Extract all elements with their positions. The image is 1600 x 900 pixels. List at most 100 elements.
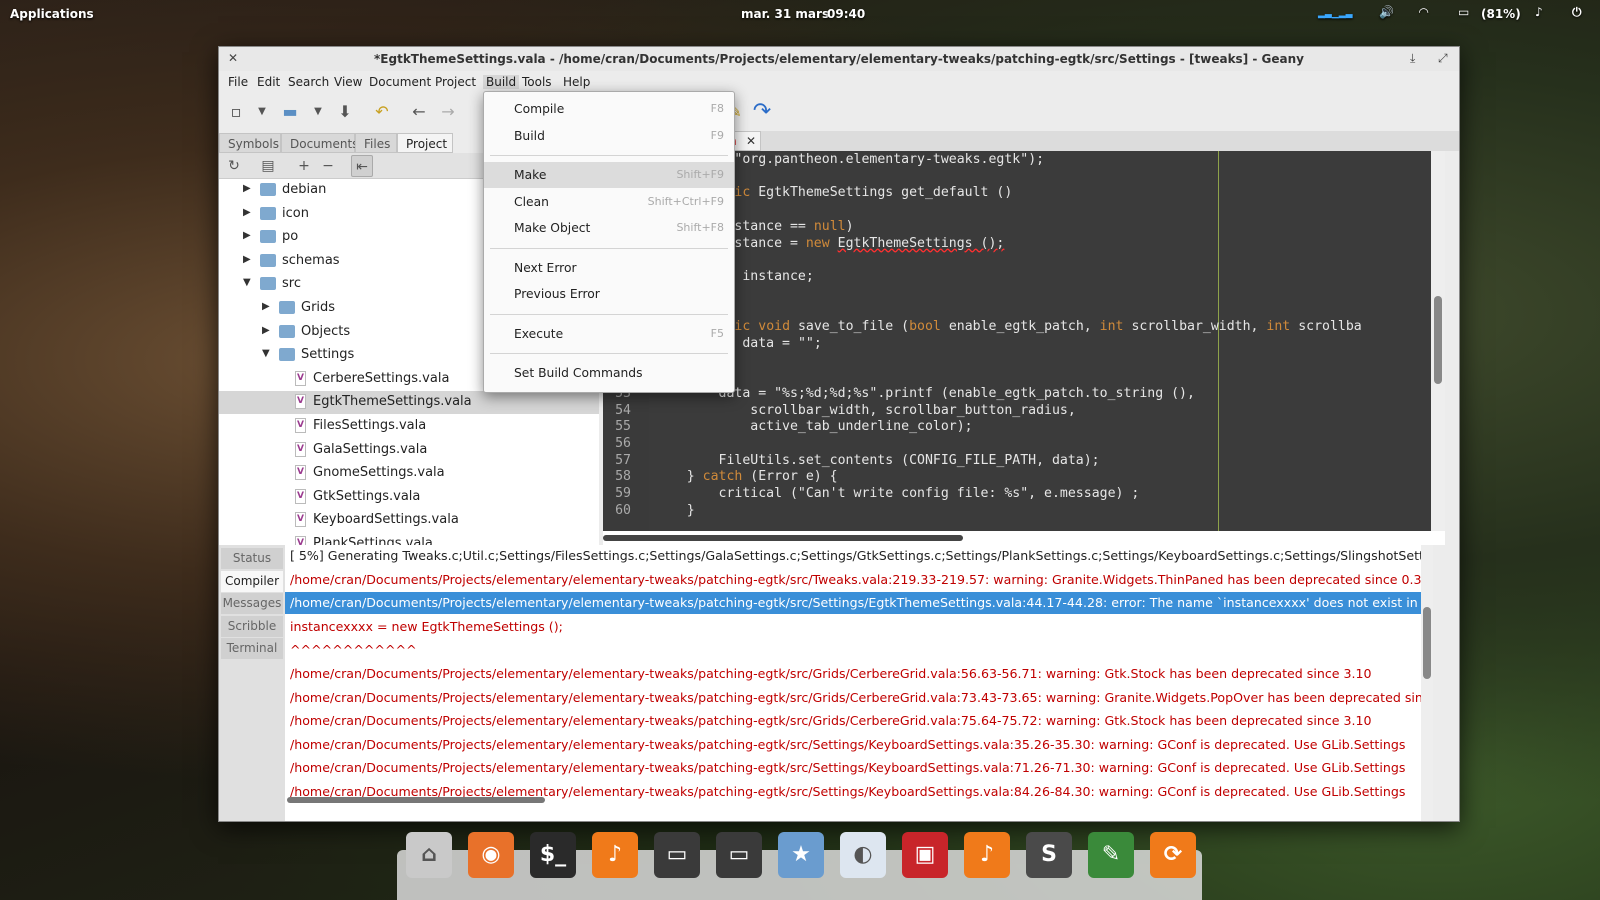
refresh-icon[interactable]: ↻ (223, 155, 245, 177)
dropdown-arrow-icon[interactable]: ▼ (307, 101, 329, 123)
tab-project[interactable]: Project (397, 133, 453, 153)
expander-right-icon[interactable]: ▶ (243, 254, 251, 265)
battery-icon[interactable]: ▭ (1458, 5, 1469, 19)
firefox-icon[interactable]: ◉ (468, 832, 514, 878)
compiler-message[interactable]: /home/cran/Documents/Projects/elementary… (285, 569, 1421, 591)
tab-compiler[interactable]: Compiler (221, 570, 283, 592)
expander-right-icon[interactable]: ▶ (243, 230, 251, 241)
screen-recorder-icon[interactable]: ▣ (902, 832, 948, 878)
compiler-message[interactable]: [ 5%] Generating Tweaks.c;Util.c;Setting… (285, 545, 1421, 567)
screenshot-tool-icon[interactable]: ▭ (716, 832, 762, 878)
sublime-icon[interactable]: S (1026, 832, 1072, 878)
tab-terminal[interactable]: Terminal (221, 638, 283, 659)
expand-all-icon[interactable]: + (293, 155, 315, 177)
menu-help[interactable]: Help (563, 75, 590, 89)
globe-edit-icon[interactable]: ✎ (1088, 832, 1134, 878)
power-icon[interactable]: ⏻ (1572, 5, 1582, 20)
compiler-message[interactable]: /home/cran/Documents/Projects/elementary… (285, 663, 1421, 685)
update-icon[interactable]: ⟳ (1150, 832, 1196, 878)
photos-icon[interactable]: ★ (778, 832, 824, 878)
menu-item-label: Set Build Commands (514, 366, 643, 380)
compiler-message[interactable]: /home/cran/Documents/Projects/elementary… (285, 710, 1421, 732)
forward-arrow-icon[interactable]: → (437, 101, 459, 123)
tree-file[interactable]: V EgtkThemeSettings.vala (219, 391, 599, 415)
messages-vertical-scrollbar[interactable] (1421, 545, 1433, 821)
tree-file[interactable]: V KeyboardSettings.vala (219, 509, 599, 532)
expander-right-icon[interactable]: ▶ (262, 325, 270, 336)
menu-item-execute[interactable]: Execute F5 (484, 321, 734, 347)
new-file-icon[interactable]: ▫ (225, 101, 247, 123)
maximize-icon[interactable]: ⤢ (1438, 51, 1448, 66)
dropdown-arrow-icon[interactable]: ▼ (251, 101, 273, 123)
tree-file[interactable]: V GtkSettings.vala (219, 486, 599, 509)
menu-item-label: Next Error (514, 260, 577, 275)
menu-item-clean[interactable]: Clean Shift+Ctrl+F9 (484, 189, 734, 215)
follow-editor-icon[interactable]: ⇤ (351, 155, 373, 177)
compiler-message[interactable]: instancexxxx = new EgtkThemeSettings (); (285, 616, 1421, 638)
tree-item-label: CerbereSettings.vala (313, 370, 450, 386)
network-graph-icon[interactable]: ▂▃▁▂▃ (1318, 9, 1353, 19)
menu-document[interactable]: Document (369, 75, 431, 89)
minimize-icon[interactable]: ⤓ (1410, 51, 1415, 66)
code-text: active_tab_underline_color); (655, 419, 973, 435)
menu-item-make-object[interactable]: Make Object Shift+F8 (484, 215, 734, 241)
compiler-message[interactable]: /home/cran/Documents/Projects/elementary… (285, 757, 1421, 779)
menu-project[interactable]: Project (435, 75, 476, 89)
menu-search[interactable]: Search (288, 75, 329, 89)
menu-item-compile[interactable]: Compile F8 (484, 96, 734, 122)
music-icon[interactable]: ♪ (592, 832, 638, 878)
tab-status[interactable]: Status (221, 548, 283, 569)
tree-file[interactable]: V GnomeSettings.vala (219, 462, 599, 485)
battery-percent[interactable]: (81%) (1481, 7, 1521, 21)
home-folder-icon[interactable]: ▤ (257, 155, 279, 177)
menu-item-build[interactable]: Build F9 (484, 123, 734, 149)
expander-right-icon[interactable]: ▶ (262, 301, 270, 312)
compiler-message[interactable]: /home/cran/Documents/Projects/elementary… (285, 592, 1421, 615)
terminal-icon[interactable]: $_ (530, 832, 576, 878)
tab-documents[interactable]: Documents (281, 133, 358, 153)
menu-item-label: Make (514, 168, 547, 182)
redo-icon[interactable]: ↷ (751, 101, 773, 123)
collapse-all-icon[interactable]: − (317, 155, 339, 177)
panel-date[interactable]: mar. 31 mars (741, 7, 829, 21)
menu-view[interactable]: View (334, 75, 362, 89)
close-tab-icon[interactable]: ✕ (746, 134, 756, 148)
settings-toggle-icon[interactable]: ◐ (840, 832, 886, 878)
menu-build[interactable]: Build (483, 75, 520, 89)
open-folder-icon[interactable]: ▬ (279, 101, 301, 123)
notifications-icon[interactable]: ♪ (1535, 5, 1543, 19)
compiler-message[interactable]: ^^^^^^^^^^^^ (285, 639, 1421, 661)
tab-symbols[interactable]: Symbols (219, 133, 281, 153)
revert-icon[interactable]: ↶ (371, 101, 393, 123)
panel-time[interactable]: 09:40 (827, 7, 865, 21)
tab-messages[interactable]: Messages (221, 593, 283, 614)
menu-item-make[interactable]: Make Shift+F9 (484, 162, 734, 188)
screenshot-icon[interactable]: ▭ (654, 832, 700, 878)
menu-item-previous-error[interactable]: Previous Error (484, 281, 734, 307)
tab-files[interactable]: Files (355, 133, 397, 153)
tree-file[interactable]: V FilesSettings.vala (219, 415, 599, 438)
files-icon[interactable]: ⌂ (406, 832, 452, 878)
editor-horizontal-scrollbar[interactable] (603, 531, 1445, 545)
expander-right-icon[interactable]: ▶ (243, 183, 251, 194)
wifi-icon[interactable]: ◠ (1419, 5, 1428, 19)
titlebar[interactable]: ✕ *EgtkThemeSettings.vala - /home/cran/D… (219, 47, 1459, 71)
expander-down-icon[interactable]: ▼ (243, 277, 251, 288)
compiler-message[interactable]: /home/cran/Documents/Projects/elementary… (285, 734, 1421, 756)
compiler-message[interactable]: /home/cran/Documents/Projects/elementary… (285, 687, 1421, 709)
tree-file[interactable]: V GalaSettings.vala (219, 439, 599, 462)
audio-icon[interactable]: ♪ (964, 832, 1010, 878)
back-arrow-icon[interactable]: ← (408, 101, 430, 123)
applications-menu[interactable]: Applications (10, 7, 94, 21)
expander-down-icon[interactable]: ▼ (262, 348, 270, 359)
menu-file[interactable]: File (228, 75, 248, 89)
save-icon[interactable]: ⬇ (334, 101, 356, 123)
expander-right-icon[interactable]: ▶ (243, 207, 251, 218)
menu-item-next-error[interactable]: Next Error (484, 255, 734, 281)
menu-edit[interactable]: Edit (257, 75, 280, 89)
volume-icon[interactable]: 🔊 (1379, 5, 1394, 19)
menu-item-set-build-commands[interactable]: Set Build Commands (484, 360, 734, 386)
tab-scribble[interactable]: Scribble (221, 615, 283, 637)
menu-tools[interactable]: Tools (522, 75, 552, 89)
editor-vertical-scrollbar[interactable] (1431, 151, 1445, 531)
